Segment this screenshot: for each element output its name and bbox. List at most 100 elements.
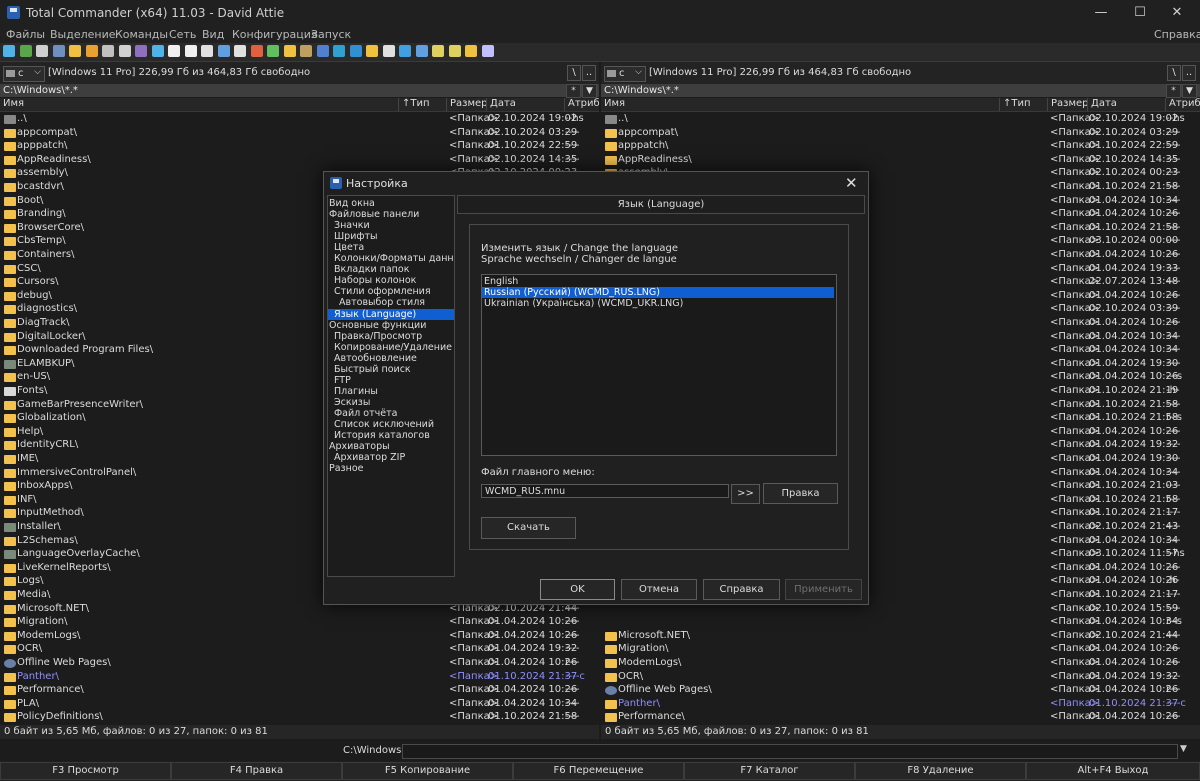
tree-item[interactable]: История каталогов xyxy=(328,430,430,441)
help-icon[interactable] xyxy=(481,45,494,57)
tree-icon[interactable] xyxy=(52,45,65,57)
col-name[interactable]: Имя xyxy=(0,98,398,111)
mail-icon[interactable] xyxy=(333,45,345,57)
table-row[interactable]: apppatch\ <Папка> 01.10.2024 22:59 ---- xyxy=(0,140,599,154)
table-row[interactable]: AppReadiness\ <Папка> 02.10.2024 14:35 ---- xyxy=(0,154,599,168)
browse-button[interactable]: >> xyxy=(731,484,760,504)
tree-item[interactable]: Стили оформления xyxy=(328,286,431,297)
tree-item[interactable]: Значки xyxy=(328,220,370,231)
command-input[interactable] xyxy=(402,744,1178,759)
language-item[interactable]: English xyxy=(482,276,834,287)
tree-item[interactable]: Автообновление xyxy=(328,353,417,364)
table-row[interactable]: OCR\ <Папка> 01.04.2024 19:32 ---- xyxy=(601,671,1200,685)
note-icon[interactable] xyxy=(448,45,461,57)
monitor-icon[interactable] xyxy=(415,45,428,57)
table-row[interactable]: <Папка> 01.04.2024 10:34 r--s xyxy=(601,616,1200,630)
menu-help[interactable]: Справка xyxy=(1154,28,1200,41)
thumbnails-icon[interactable] xyxy=(19,45,32,57)
language-item[interactable]: Ukrainian (Українська) (WCMD_UKR.LNG) xyxy=(482,298,834,309)
tree-item[interactable]: Вкладки папок xyxy=(328,264,409,275)
menu-file-input[interactable]: WCMD_RUS.mnu xyxy=(481,484,729,498)
menu-network[interactable]: Сеть xyxy=(169,28,196,41)
menu-view[interactable]: Вид xyxy=(202,28,224,41)
tree-item[interactable]: Эскизы xyxy=(328,397,370,408)
table-row[interactable]: PolicyDefinitions\ <Папка> 01.10.2024 21:5… xyxy=(0,711,599,725)
table-row[interactable]: appcompat\ <Папка> 02.10.2024 03:29 ---- xyxy=(601,127,1200,141)
dialog-close-button[interactable]: ✕ xyxy=(845,174,858,192)
apply-button[interactable]: Применить xyxy=(785,579,862,600)
col-date[interactable]: Дата xyxy=(1087,98,1165,111)
table-row[interactable]: Migration\ <Папка> 01.04.2024 10:26 ---- xyxy=(0,616,599,630)
alt-f4-exit-button[interactable]: Alt+F4 Выход xyxy=(1026,762,1200,780)
path-bar[interactable]: C:\Windows\*.* * ▼ xyxy=(0,84,599,98)
tree-item[interactable]: Правка/Просмотр xyxy=(328,331,422,342)
tree-item[interactable]: Наборы колонок xyxy=(328,275,416,286)
language-item[interactable]: Russian (Русский) (WCMD_RUS.LNG) xyxy=(482,287,834,298)
table-row[interactable]: ..\ <Папка> 02.10.2024 19:02 --hs xyxy=(601,113,1200,127)
network-icon[interactable] xyxy=(382,45,395,57)
col-date[interactable]: Дата xyxy=(486,98,564,111)
col-type[interactable]: ↑Тип xyxy=(999,98,1047,111)
tree-item[interactable]: Архиваторы xyxy=(328,441,390,452)
bookmark-icon[interactable] xyxy=(283,45,296,57)
menu-selection[interactable]: Выделение xyxy=(50,28,116,41)
notepad-icon[interactable] xyxy=(217,45,230,57)
browser-icon[interactable] xyxy=(399,45,411,57)
root-dir-button[interactable]: \ xyxy=(1167,65,1181,81)
table-row[interactable]: Panther\ <Папка> 01.10.2024 21:37 ----c xyxy=(0,671,599,685)
parent-dir-button[interactable]: .. xyxy=(1182,65,1196,81)
tree-item[interactable]: Архиватор ZIP xyxy=(328,452,405,463)
tree-item[interactable]: Файловые панели xyxy=(328,209,419,220)
favorites-button[interactable]: * xyxy=(1166,84,1181,98)
download-button[interactable]: Скачать xyxy=(481,517,576,539)
table-row[interactable]: ModemLogs\ <Папка> 01.04.2024 10:26 ---- xyxy=(601,657,1200,671)
tree-item[interactable]: Список исключений xyxy=(328,419,434,430)
tree-item[interactable]: Копирование/Удаление xyxy=(328,342,452,353)
table-row[interactable]: Microsoft.NET\ <Папка> 02.10.2024 21:44 ---… xyxy=(601,630,1200,644)
settings-tree[interactable]: Вид окна Файловые панели Значки Шрифты Цвета… xyxy=(327,195,455,577)
search-icon[interactable] xyxy=(118,45,131,57)
tree-item[interactable]: FTP xyxy=(328,375,351,386)
chevron-down-icon[interactable]: ▼ xyxy=(1180,744,1194,758)
view-icon[interactable] xyxy=(36,45,48,57)
tree-item[interactable]: Колонки/Форматы данных xyxy=(328,253,454,264)
col-name[interactable]: Имя xyxy=(601,98,999,111)
plugin-icon[interactable] xyxy=(465,45,477,57)
drive-select[interactable]: c ⌵ xyxy=(604,66,646,82)
f7-mkdir-button[interactable]: F7 Каталог xyxy=(684,762,855,780)
ftp-new-icon[interactable] xyxy=(184,45,197,57)
rename-icon[interactable] xyxy=(135,45,147,57)
f3-view-button[interactable]: F3 Просмотр xyxy=(0,762,171,780)
path-bar[interactable]: C:\Windows\*.* * ▼ xyxy=(601,84,1200,98)
language-list[interactable]: English Russian (Русский) (WCMD_RUS.LNG) U… xyxy=(481,274,837,456)
unpack-icon[interactable] xyxy=(102,45,114,57)
globe-icon[interactable] xyxy=(316,45,329,57)
table-row[interactable]: appcompat\ <Папка> 02.10.2024 03:29 ---- xyxy=(0,127,599,141)
table-row[interactable]: apppatch\ <Папка> 01.10.2024 22:59 ---- xyxy=(601,140,1200,154)
menu-files[interactable]: Файлы xyxy=(6,28,45,41)
folder-icon[interactable] xyxy=(366,45,378,57)
tree-item[interactable]: Автовыбор стиля xyxy=(328,297,425,308)
history-button[interactable]: ▼ xyxy=(582,84,597,98)
table-row[interactable]: Offline Web Pages\ <Папка> 01.04.2024 10:2… xyxy=(0,657,599,671)
f8-delete-button[interactable]: F8 Удаление xyxy=(855,762,1026,780)
copy-names-icon[interactable] xyxy=(234,45,246,57)
history-button[interactable]: ▼ xyxy=(1182,84,1197,98)
col-attr[interactable]: Атрибу xyxy=(1165,98,1200,111)
f5-copy-button[interactable]: F5 Копирование xyxy=(342,762,513,780)
refresh-icon[interactable] xyxy=(3,45,15,57)
edit-menu-button[interactable]: Правка xyxy=(763,483,838,504)
pack-icon[interactable] xyxy=(85,45,98,57)
menu-launch[interactable]: Запуск xyxy=(311,28,351,41)
calendar-icon[interactable] xyxy=(432,45,444,57)
table-row[interactable]: Migration\ <Папка> 01.04.2024 10:26 ---- xyxy=(601,643,1200,657)
col-type[interactable]: ↑Тип xyxy=(398,98,446,111)
f6-move-button[interactable]: F6 Перемещение xyxy=(513,762,684,780)
table-row[interactable]: ..\ <Папка> 02.10.2024 19:02 --hs xyxy=(0,113,599,127)
settings-icon[interactable] xyxy=(69,45,81,57)
root-dir-button[interactable]: \ xyxy=(567,65,581,81)
ftp-icon[interactable] xyxy=(168,45,180,57)
tree-item[interactable]: Цвета xyxy=(328,242,364,253)
table-row[interactable]: ModemLogs\ <Папка> 01.04.2024 10:26 ---- xyxy=(0,630,599,644)
parent-dir-button[interactable]: .. xyxy=(582,65,596,81)
